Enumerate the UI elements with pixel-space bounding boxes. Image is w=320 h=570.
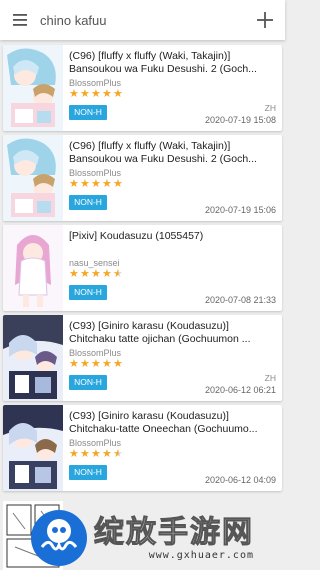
uploader-name: nasu_sensei <box>69 258 120 268</box>
star-icon: ★ <box>91 448 101 460</box>
search-input[interactable]: chino kafuu <box>40 13 245 28</box>
title-line: (C93) [Giniro karasu (Koudasuzu)] <box>69 320 229 332</box>
star-icon: ★ <box>80 358 90 370</box>
rating-stars: ★ ★ ★ ★ ★ <box>69 449 124 460</box>
posted-date: 2020-07-19 15:08 <box>204 115 276 125</box>
category-badge: NON-H <box>69 465 107 480</box>
category-badge: NON-H <box>69 375 107 390</box>
star-icon: ★ <box>102 178 112 190</box>
title-line: [Pixiv] Koudasuzu (1055457) <box>69 230 204 242</box>
cover-thumbnail <box>3 135 63 221</box>
gallery-title: (C93) [Giniro karasu (Koudasuzu)] Chitch… <box>69 410 275 436</box>
title-line: (C96) [fluffy x fluffy (Waki, Takajin)] <box>69 50 231 62</box>
gallery-card[interactable]: [Pixiv] Koudasuzu (1055457) nasu_sensei … <box>3 225 282 311</box>
star-icon: ★ <box>69 268 79 280</box>
rating-stars: ★ ★ ★ ★ ★ <box>69 269 124 280</box>
star-icon: ★ <box>80 88 90 100</box>
gallery-card[interactable]: (C93) [Giniro karasu (Koudasuzu)] Chitch… <box>3 315 282 401</box>
cover-thumbnail <box>3 45 63 131</box>
watermark-url: www.gxhuaer.com <box>148 549 254 561</box>
star-icon: ★ <box>91 358 101 370</box>
gallery-card[interactable]: (C96) [fluffy x fluffy (Waki, Takajin)] … <box>3 135 282 221</box>
cover-thumbnail <box>3 315 63 401</box>
uploader-name: BlossomPlus <box>69 78 122 88</box>
app-bar: chino kafuu <box>0 0 285 40</box>
gallery-title: (C93) [Giniro karasu (Koudasuzu)] Chitch… <box>69 320 275 346</box>
category-badge: NON-H <box>69 285 107 300</box>
gallery-card[interactable]: (C96) [fluffy x fluffy (Waki, Takajin)] … <box>3 45 282 131</box>
uploader-name: BlossomPlus <box>69 168 122 178</box>
language-label: ZH <box>264 373 276 383</box>
star-icon: ★ <box>80 448 90 460</box>
title-line: (C96) [fluffy x fluffy (Waki, Takajin)] <box>69 140 231 152</box>
star-icon: ★ <box>80 178 90 190</box>
star-icon: ★ <box>91 268 101 280</box>
cover-thumbnail <box>3 405 63 491</box>
octopus-logo-icon <box>31 510 87 566</box>
star-icon: ★ <box>113 178 123 190</box>
star-icon: ★ <box>102 448 112 460</box>
star-icon: ★ <box>69 178 79 190</box>
gallery-title: [Pixiv] Koudasuzu (1055457) <box>69 230 275 256</box>
title-line: Chitchaku-tatte Oneechan (Gochuumo... <box>69 423 258 435</box>
star-icon: ★ <box>102 268 112 280</box>
rating-stars: ★ ★ ★ ★ ★ <box>69 359 124 370</box>
star-icon: ★ <box>102 358 112 370</box>
star-icon: ★ <box>91 88 101 100</box>
star-icon: ★ <box>113 88 123 100</box>
gallery-title: (C96) [fluffy x fluffy (Waki, Takajin)] … <box>69 140 275 166</box>
posted-date: 2020-07-19 15:06 <box>204 205 276 215</box>
add-icon <box>257 12 273 28</box>
watermark: 绽放手游网 www.gxhuaer.com <box>30 508 280 568</box>
rating-stars: ★ ★ ★ ★ ★ <box>69 179 124 190</box>
star-icon: ★ <box>113 358 123 370</box>
star-icon: ★ <box>69 448 79 460</box>
posted-date: 2020-06-12 04:09 <box>204 475 276 485</box>
add-button[interactable] <box>245 0 285 40</box>
menu-icon <box>13 14 27 26</box>
cover-thumbnail <box>3 225 63 311</box>
category-badge: NON-H <box>69 105 107 120</box>
star-icon: ★ <box>69 88 79 100</box>
gallery-card[interactable]: (C93) [Giniro karasu (Koudasuzu)] Chitch… <box>3 405 282 491</box>
star-icon: ★ <box>91 178 101 190</box>
uploader-name: BlossomPlus <box>69 348 122 358</box>
title-line: (C93) [Giniro karasu (Koudasuzu)] <box>69 410 229 422</box>
star-icon: ★ <box>80 268 90 280</box>
star-icon: ★ <box>102 88 112 100</box>
watermark-brand: 绽放手游网 <box>94 514 254 550</box>
posted-date: 2020-07-08 21:33 <box>204 295 276 305</box>
gallery-title: (C96) [fluffy x fluffy (Waki, Takajin)] … <box>69 50 275 76</box>
rating-stars: ★ ★ ★ ★ ★ <box>69 89 124 100</box>
star-icon: ★ <box>113 448 123 460</box>
language-label: ZH <box>264 103 276 113</box>
uploader-name: BlossomPlus <box>69 438 122 448</box>
title-line: Bansoukou wa Fuku Desushi. 2 (Goch... <box>69 153 257 165</box>
star-icon: ★ <box>69 358 79 370</box>
star-icon: ★ <box>113 268 123 280</box>
category-badge: NON-H <box>69 195 107 210</box>
posted-date: 2020-06-12 06:21 <box>204 385 276 395</box>
title-line: Chitchaku tatte ojichan (Gochuumon ... <box>69 333 251 345</box>
title-line: Bansoukou wa Fuku Desushi. 2 (Goch... <box>69 63 257 75</box>
gallery-list: (C96) [fluffy x fluffy (Waki, Takajin)] … <box>3 45 282 495</box>
menu-button[interactable] <box>0 0 40 40</box>
